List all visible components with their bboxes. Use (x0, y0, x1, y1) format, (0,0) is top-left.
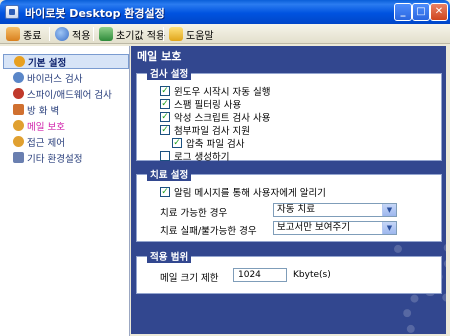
decorative-gear-icon (403, 288, 446, 334)
apply-button[interactable]: 적용 (53, 25, 92, 43)
exit-button[interactable]: 종료 (4, 25, 43, 43)
sidebar-item-label: 접근 제어 (27, 137, 65, 149)
select-value: 보고서만 보여주기 (277, 222, 350, 233)
settings-icon (13, 152, 24, 163)
mail-size-label: 메일 크기 제한 (160, 273, 219, 284)
gear-icon (14, 56, 25, 67)
apply-icon (55, 27, 69, 41)
apply-label: 적용 (72, 30, 91, 42)
sidebar: 기본 설정 바이러스 검사 스파이/애드웨어 검사 방 화 벽 메일 보호 접근… (0, 46, 130, 336)
reset-icon (99, 27, 113, 41)
sidebar-item-basic-settings[interactable]: 기본 설정 (3, 54, 129, 69)
sidebar-item-label: 방 화 벽 (27, 105, 60, 117)
sidebar-item-virus-scan[interactable]: 바이러스 검사 (3, 70, 129, 85)
app-icon (5, 5, 19, 19)
title-bar: 바이로봇 Desktop 환경설정 _ □ ✕ (0, 0, 450, 24)
checkbox-label: 알림 메시지를 통해 사용자에게 알리기 (174, 188, 326, 199)
curable-label: 치료 가능한 경우 (160, 208, 228, 219)
fail-label: 치료 실패/불가능한 경우 (160, 226, 257, 237)
checkbox-label: 스팸 필터링 사용 (174, 100, 242, 111)
group-title: 적용 범위 (147, 249, 192, 263)
toolbar-separator (49, 27, 50, 41)
checkbox-archive-scan[interactable]: ✓ 압축 파일 검사 (172, 136, 244, 150)
checkbox-attachment-scan[interactable]: ✓ 첨부파일 검사 지원 (160, 123, 250, 137)
close-button[interactable]: ✕ (430, 3, 448, 21)
sidebar-item-label: 기타 환경설정 (27, 153, 83, 165)
checkbox-icon: ✓ (160, 86, 170, 96)
checkbox-icon: ✓ (160, 112, 170, 122)
checkbox-label: 첨부파일 검사 지원 (174, 126, 250, 137)
checkbox-icon: ✓ (160, 99, 170, 109)
checkbox-autostart[interactable]: ✓ 윈도우 시작시 자동 실행 (160, 84, 270, 98)
checkbox-create-log[interactable]: 로그 생성하기 (160, 149, 229, 163)
help-button[interactable]: 도움말 (167, 25, 216, 43)
toolbar-separator (163, 27, 164, 41)
select-value: 자동 치료 (277, 204, 315, 215)
scan-settings-group: 검사 설정 ✓ 윈도우 시작시 자동 실행 ✓ 스팸 필터링 사용 ✓ 악성 스… (136, 66, 442, 163)
main-panel: 메일 보호 검사 설정 ✓ 윈도우 시작시 자동 실행 ✓ 스팸 필터링 사용 … (131, 46, 446, 334)
checkbox-icon (160, 151, 170, 161)
fail-action-select[interactable]: 보고서만 보여주기 ▼ (273, 221, 397, 235)
window-title: 바이로봇 Desktop 환경설정 (25, 7, 165, 20)
group-title: 검사 설정 (147, 66, 192, 80)
mail-protection-icon (13, 120, 24, 131)
sidebar-item-label: 기본 설정 (28, 57, 67, 69)
mail-size-unit: Kbyte(s) (293, 270, 331, 280)
chevron-down-icon: ▼ (382, 204, 396, 216)
spyware-icon (13, 88, 24, 99)
sidebar-item-spyware-scan[interactable]: 스파이/애드웨어 검사 (3, 86, 129, 101)
checkbox-script-scan[interactable]: ✓ 악성 스크립트 검사 사용 (160, 110, 270, 124)
checkbox-label: 윈도우 시작시 자동 실행 (174, 87, 271, 98)
checkbox-label: 압축 파일 검사 (186, 139, 245, 150)
scope-group: 적용 범위 메일 크기 제한 1024 Kbyte(s) (136, 249, 442, 294)
checkbox-alert-user[interactable]: ✓ 알림 메시지를 통해 사용자에게 알리기 (160, 185, 326, 199)
minimize-button[interactable]: _ (394, 3, 412, 21)
checkbox-icon: ✓ (160, 187, 170, 197)
firewall-icon (13, 104, 24, 115)
treatment-settings-group: 치료 설정 ✓ 알림 메시지를 통해 사용자에게 알리기 치료 가능한 경우 자… (136, 167, 442, 242)
checkbox-spam-filter[interactable]: ✓ 스팸 필터링 사용 (160, 97, 241, 111)
help-label: 도움말 (186, 30, 214, 42)
maximize-button[interactable]: □ (412, 3, 430, 21)
checkbox-label: 로그 생성하기 (174, 152, 230, 163)
virus-scan-icon (13, 72, 24, 83)
sidebar-item-label: 바이러스 검사 (27, 73, 83, 85)
sidebar-item-firewall[interactable]: 방 화 벽 (3, 102, 129, 117)
sidebar-item-other-settings[interactable]: 기타 환경설정 (3, 150, 129, 165)
help-icon (169, 27, 183, 41)
exit-icon (6, 27, 20, 41)
chevron-down-icon: ▼ (382, 222, 396, 234)
sidebar-item-mail-protection[interactable]: 메일 보호 (3, 118, 129, 133)
reset-label: 초기값 적용 (116, 30, 166, 42)
checkbox-icon: ✓ (160, 125, 170, 135)
sidebar-item-label: 스파이/애드웨어 검사 (27, 89, 112, 101)
sidebar-item-access-control[interactable]: 접근 제어 (3, 134, 129, 149)
checkbox-icon: ✓ (172, 138, 182, 148)
access-control-icon (13, 136, 24, 147)
toolbar-separator (93, 27, 94, 41)
group-title: 치료 설정 (147, 167, 192, 181)
exit-label: 종료 (23, 30, 42, 42)
curable-action-select[interactable]: 자동 치료 ▼ (273, 203, 397, 217)
reset-button[interactable]: 초기값 적용 (97, 25, 167, 43)
sidebar-item-label: 메일 보호 (27, 121, 65, 133)
page-title: 메일 보호 (137, 50, 182, 63)
toolbar: 종료 적용 초기값 적용 도움말 (0, 24, 450, 44)
checkbox-label: 악성 스크립트 검사 사용 (174, 113, 271, 124)
mail-size-input[interactable]: 1024 (233, 268, 287, 282)
